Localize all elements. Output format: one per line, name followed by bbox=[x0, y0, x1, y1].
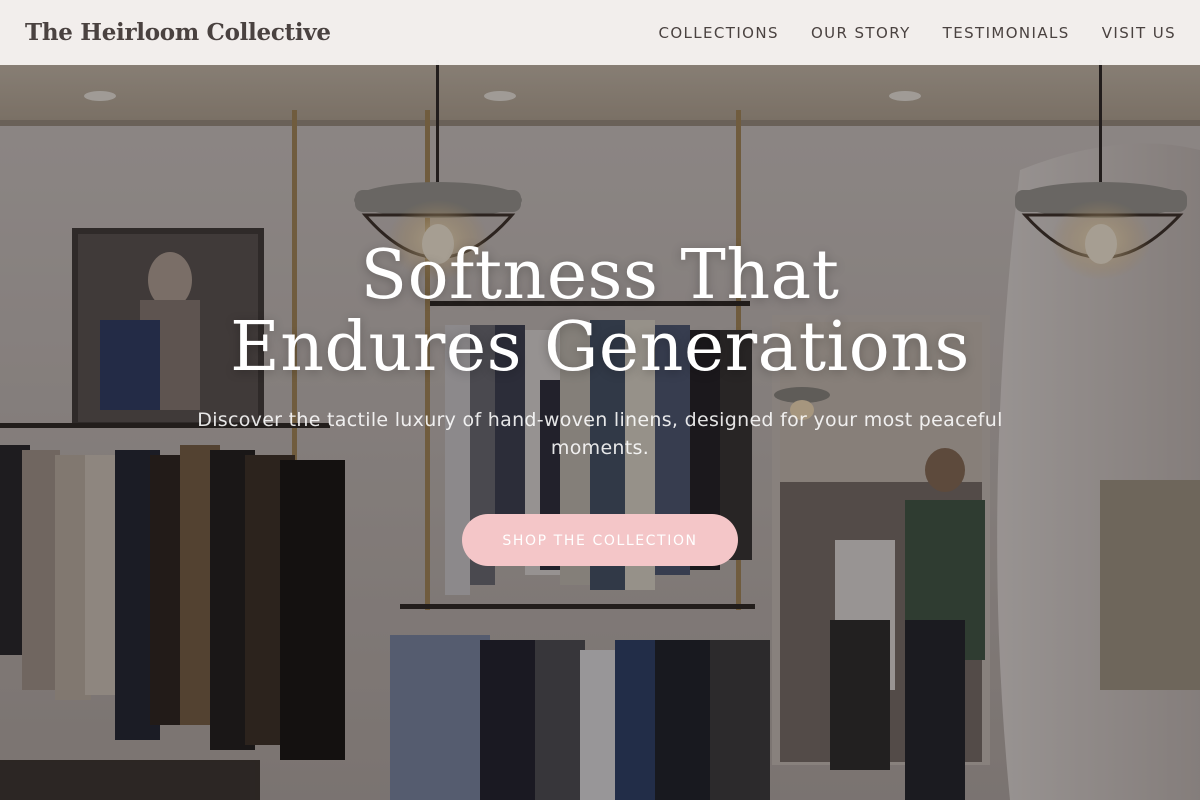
hero-title-line-2: Endures Generations bbox=[230, 308, 970, 387]
nav-link-visit-us[interactable]: VISIT US bbox=[1102, 24, 1176, 42]
brand-logo[interactable]: The Heirloom Collective bbox=[25, 19, 331, 46]
hero-title-line-1: Softness That bbox=[360, 236, 840, 315]
nav-link-collections[interactable]: COLLECTIONS bbox=[658, 24, 778, 42]
page: The Heirloom Collective COLLECTIONS OUR … bbox=[0, 0, 1200, 800]
hero-subtitle: Discover the tactile luxury of hand-wove… bbox=[197, 409, 1003, 459]
main-nav: COLLECTIONS OUR STORY TESTIMONIALS VISIT… bbox=[658, 24, 1176, 42]
hero-title: Softness That Endures Generations bbox=[150, 240, 1050, 384]
shop-collection-button[interactable]: SHOP THE COLLECTION bbox=[462, 514, 738, 566]
nav-link-testimonials[interactable]: TESTIMONIALS bbox=[943, 24, 1070, 42]
hero-section: Softness That Endures Generations Discov… bbox=[0, 240, 1200, 566]
site-header: The Heirloom Collective COLLECTIONS OUR … bbox=[0, 0, 1200, 65]
nav-link-our-story[interactable]: OUR STORY bbox=[811, 24, 911, 42]
